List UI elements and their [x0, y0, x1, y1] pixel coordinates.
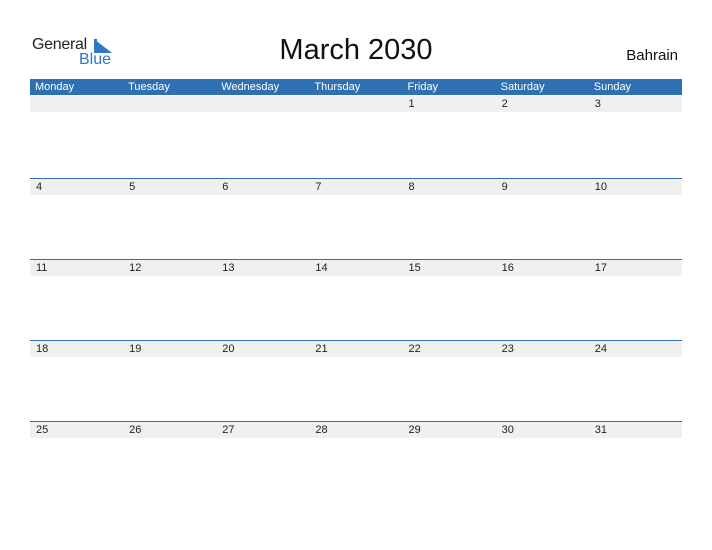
- week-date-strip: 18 19 20 21 22 23 24: [30, 340, 682, 357]
- day-cell: 30: [501, 424, 514, 436]
- day-cell: 29: [408, 424, 421, 436]
- weekday-friday: Friday: [407, 81, 439, 93]
- day-cell: [309, 96, 402, 112]
- day-cell: 8: [408, 181, 415, 193]
- day-cell: 19: [129, 343, 142, 355]
- weekday-monday: Monday: [35, 81, 75, 93]
- day-cell: 24: [594, 343, 607, 355]
- week-row: 18 19 20 21 22 23 24: [30, 340, 682, 357]
- week-row: 4 5 6 7 8 9 10: [30, 178, 682, 195]
- week-row: 25 26 27 28 29 30 31: [30, 421, 682, 438]
- week-date-strip: 11 12 13 14 15 16 17: [30, 259, 682, 276]
- week-row: 1 2 3: [30, 96, 682, 112]
- day-cell: [216, 96, 309, 112]
- day-cell: 20: [222, 343, 235, 355]
- day-cell: 6: [222, 181, 229, 193]
- day-cell: 16: [501, 262, 514, 274]
- weekday-wednesday: Wednesday: [221, 81, 280, 93]
- day-cell: 14: [315, 262, 328, 274]
- weekday-saturday: Saturday: [500, 81, 545, 93]
- day-cell: 5: [129, 181, 136, 193]
- day-cell: 11: [36, 262, 48, 274]
- week-date-strip: 1 2 3: [30, 96, 682, 112]
- country-label: Bahrain: [626, 47, 678, 64]
- day-cell: 1: [408, 98, 415, 110]
- day-cell: 25: [36, 424, 49, 436]
- page-title: March 2030: [279, 34, 433, 66]
- day-cell: 26: [129, 424, 142, 436]
- day-cell: 18: [36, 343, 49, 355]
- day-cell: 21: [315, 343, 328, 355]
- week-date-strip: 25 26 27 28 29 30 31: [30, 421, 682, 438]
- week-date-strip: 4 5 6 7 8 9 10: [30, 178, 682, 195]
- weekday-sunday: Sunday: [593, 81, 632, 93]
- day-cell: 4: [36, 181, 43, 193]
- day-cell: 10: [594, 181, 607, 193]
- day-cell: [123, 96, 216, 112]
- day-cell: 9: [501, 181, 508, 193]
- day-cell: 3: [594, 98, 601, 110]
- day-cell: 17: [594, 262, 607, 274]
- day-cell: 13: [222, 262, 235, 274]
- day-cell: 12: [129, 262, 142, 274]
- day-cell: 23: [501, 343, 514, 355]
- day-cell: [30, 96, 123, 112]
- weekday-tuesday: Tuesday: [128, 81, 170, 93]
- day-cell: 31: [594, 424, 607, 436]
- day-cell: 28: [315, 424, 328, 436]
- day-cell: 15: [408, 262, 421, 274]
- week-row: 11 12 13 14 15 16 17: [30, 259, 682, 276]
- day-cell: 2: [501, 98, 508, 110]
- day-cell: 22: [408, 343, 421, 355]
- weekday-header: Monday Tuesday Wednesday Thursday Friday…: [30, 79, 682, 95]
- day-cell: 27: [222, 424, 235, 436]
- day-cell: 7: [315, 181, 322, 193]
- weekday-thursday: Thursday: [314, 81, 361, 93]
